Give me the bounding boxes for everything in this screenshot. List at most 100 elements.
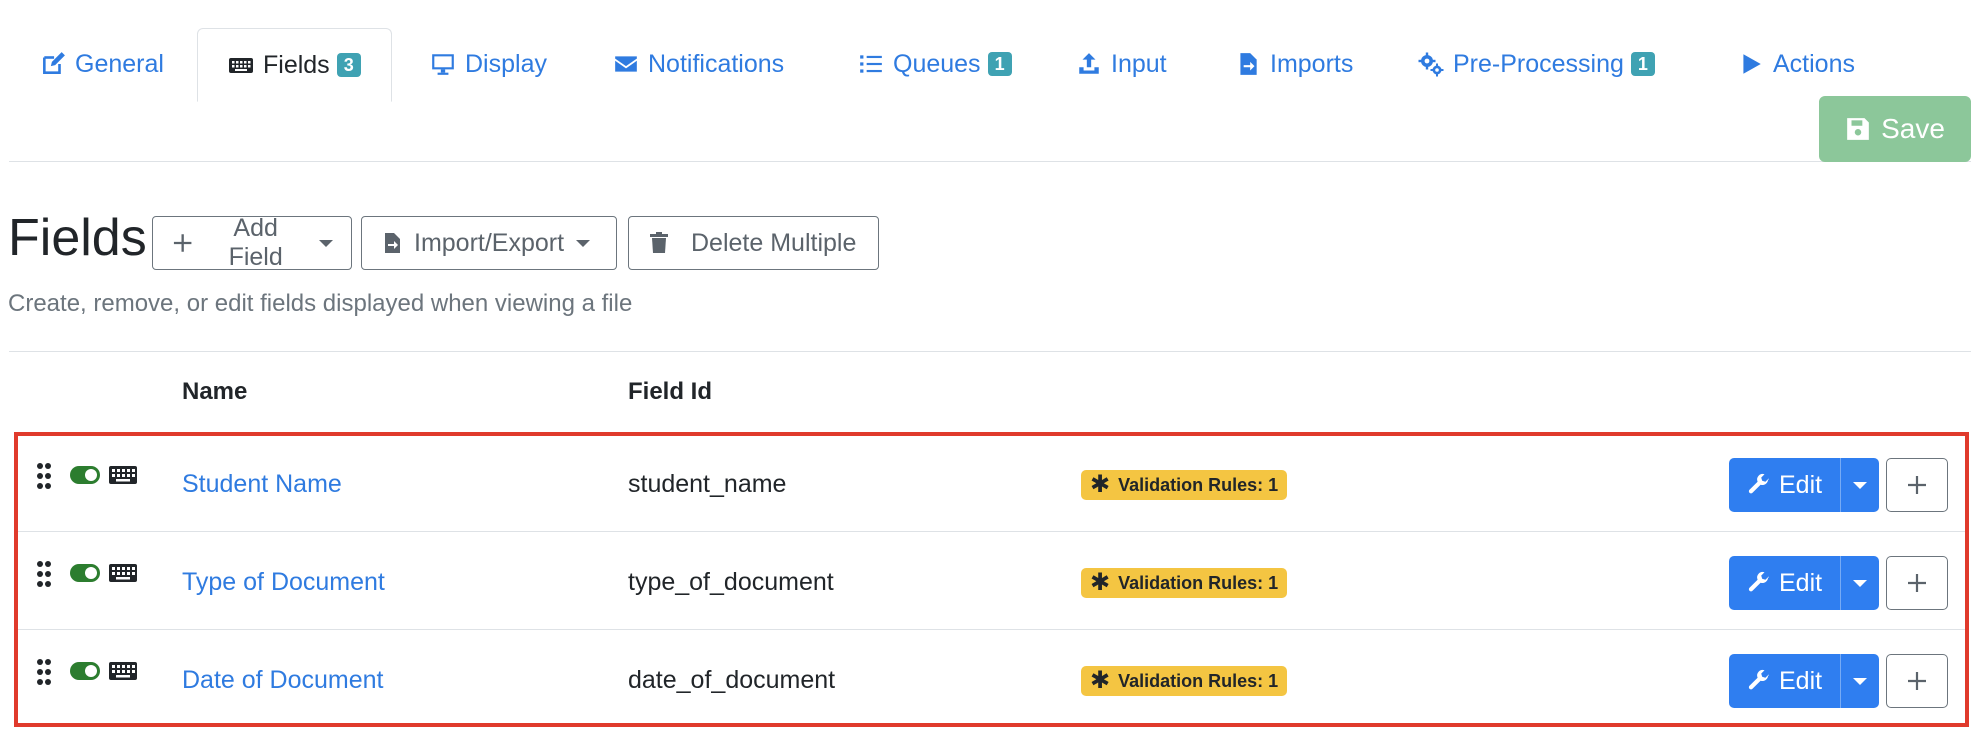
tab-actions[interactable]: Actions — [1738, 28, 1855, 100]
wrench-icon — [1748, 669, 1769, 690]
plus-icon — [173, 234, 192, 252]
chevron-down-icon — [1853, 481, 1867, 489]
list-icon — [858, 51, 884, 77]
chevron-down-icon — [1853, 579, 1867, 587]
keyboard-icon — [109, 564, 137, 582]
tab-pre-processing[interactable]: Pre-Processing 1 — [1418, 28, 1655, 100]
divider — [9, 351, 1971, 352]
validation-rules-label: Validation Rules: 1 — [1118, 474, 1279, 495]
field-id: student_name — [628, 470, 787, 498]
tab-display[interactable]: Display — [430, 28, 547, 100]
pre-processing-count-badge: 1 — [1630, 52, 1655, 76]
tab-input[interactable]: Input — [1076, 28, 1167, 100]
monitor-icon — [430, 51, 456, 77]
tab-actions-label: Actions — [1773, 49, 1855, 78]
fields-count-badge: 3 — [336, 53, 361, 77]
file-import-icon — [385, 233, 400, 253]
edit-dropdown-toggle[interactable] — [1841, 579, 1879, 587]
keyboard-icon — [109, 662, 137, 680]
edit-main-button[interactable]: Edit — [1729, 654, 1841, 708]
tab-notifications-label: Notifications — [648, 49, 785, 78]
tab-display-label: Display — [465, 49, 547, 78]
edit-dropdown-toggle[interactable] — [1841, 677, 1879, 685]
tab-notifications[interactable]: Notifications — [613, 28, 784, 100]
field-name-link[interactable]: Student Name — [182, 470, 342, 499]
table-row: Type of Document type_of_document ✱ Vali… — [18, 532, 1965, 630]
add-field-label: Add Field — [228, 214, 283, 271]
chevron-down-icon — [576, 239, 591, 247]
save-button-label: Save — [1881, 113, 1945, 144]
edit-dropdown-toggle[interactable] — [1841, 481, 1879, 489]
column-header-name: Name — [182, 378, 248, 405]
edit-button[interactable]: Edit — [1729, 458, 1879, 512]
tab-fields[interactable]: Fields 3 — [197, 28, 392, 102]
table-row: Date of Document date_of_document ✱ Vali… — [18, 630, 1965, 728]
page-subtitle: Create, remove, or edit fields displayed… — [8, 290, 633, 317]
validation-rules-badge: ✱ Validation Rules: 1 — [1081, 568, 1288, 598]
edit-button[interactable]: Edit — [1729, 556, 1879, 610]
keyboard-icon — [109, 466, 137, 484]
envelope-icon — [613, 51, 639, 77]
field-id: type_of_document — [628, 568, 834, 596]
edit-icon — [40, 51, 66, 77]
page-title: Fields — [8, 209, 147, 267]
edit-button[interactable]: Edit — [1729, 654, 1879, 708]
tab-fields-label: Fields — [263, 50, 330, 79]
chevron-down-icon — [1853, 677, 1867, 685]
visibility-toggle[interactable] — [70, 564, 100, 582]
tab-imports-label: Imports — [1270, 49, 1354, 78]
wrench-icon — [1748, 571, 1769, 592]
add-subfield-button[interactable] — [1886, 458, 1948, 512]
edit-button-label: Edit — [1779, 568, 1823, 597]
tab-general-label: General — [75, 49, 164, 78]
drag-handle-icon[interactable] — [36, 658, 52, 686]
plus-icon — [1908, 476, 1926, 494]
drag-handle-icon[interactable] — [36, 462, 52, 490]
asterisk-icon: ✱ — [1090, 471, 1111, 498]
field-id: date_of_document — [628, 666, 836, 694]
keyboard-icon — [228, 52, 254, 78]
validation-rules-label: Validation Rules: 1 — [1118, 572, 1279, 593]
delete-multiple-label: Delete Multiple — [691, 228, 857, 257]
chevron-down-icon — [319, 239, 333, 247]
tab-queues[interactable]: Queues 1 — [858, 28, 1012, 100]
asterisk-icon: ✱ — [1090, 569, 1111, 596]
plus-icon — [1908, 672, 1926, 690]
tab-general[interactable]: General — [40, 28, 164, 100]
validation-rules-badge: ✱ Validation Rules: 1 — [1081, 470, 1288, 500]
tab-input-label: Input — [1111, 49, 1167, 78]
trash-icon — [650, 232, 668, 253]
visibility-toggle[interactable] — [70, 466, 100, 484]
wrench-icon — [1748, 473, 1769, 494]
tab-queues-label: Queues — [893, 49, 981, 78]
tab-bar: General Fields 3 Display Notifications Q… — [9, 28, 1971, 162]
drag-handle-icon[interactable] — [36, 560, 52, 588]
asterisk-icon: ✱ — [1090, 667, 1111, 694]
edit-button-label: Edit — [1779, 666, 1823, 695]
upload-icon — [1076, 51, 1102, 77]
add-subfield-button[interactable] — [1886, 556, 1948, 610]
add-field-button[interactable]: Add Field — [152, 214, 352, 271]
validation-rules-badge: ✱ Validation Rules: 1 — [1081, 666, 1288, 696]
import-export-button[interactable]: Import/Export — [361, 216, 617, 270]
gears-icon — [1418, 51, 1444, 77]
edit-button-label: Edit — [1779, 470, 1823, 499]
save-button[interactable]: Save — [1819, 96, 1971, 162]
edit-main-button[interactable]: Edit — [1729, 556, 1841, 610]
tab-imports[interactable]: Imports — [1235, 28, 1353, 100]
delete-multiple-button[interactable]: Delete Multiple — [628, 216, 879, 270]
validation-rules-label: Validation Rules: 1 — [1118, 670, 1279, 691]
field-name-link[interactable]: Date of Document — [182, 666, 384, 695]
floppy-disk-icon — [1847, 118, 1869, 140]
column-header-field-id: Field Id — [628, 378, 712, 405]
visibility-toggle[interactable] — [70, 662, 100, 680]
file-import-icon — [1235, 51, 1261, 77]
queues-count-badge: 1 — [987, 52, 1012, 76]
import-export-label: Import/Export — [414, 228, 565, 257]
add-subfield-button[interactable] — [1886, 654, 1948, 708]
field-name-link[interactable]: Type of Document — [182, 568, 385, 597]
tab-pre-processing-label: Pre-Processing — [1453, 49, 1624, 78]
play-icon — [1738, 51, 1764, 77]
edit-main-button[interactable]: Edit — [1729, 458, 1841, 512]
table-row: Student Name student_name ✱ Validation R… — [18, 434, 1965, 532]
